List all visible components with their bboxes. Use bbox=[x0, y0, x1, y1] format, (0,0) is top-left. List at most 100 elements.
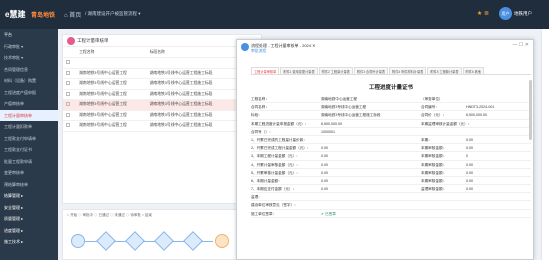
sidebar-item[interactable]: 工程计量扣款单 bbox=[0, 121, 58, 133]
form-field: 本期： bbox=[421, 137, 432, 142]
sidebar-item[interactable]: 工程款支付申请单 bbox=[0, 133, 58, 145]
form-field: 6,500,000.00 bbox=[466, 113, 487, 118]
row-checkbox[interactable] bbox=[66, 81, 70, 86]
sidebar-item[interactable]: 工程进度产值申报 bbox=[0, 87, 58, 99]
form-row: 2、开累已完成工程计量金额（元）： 0.00 本期审核金额： 0.00 bbox=[251, 144, 531, 153]
table-row[interactable]: 湖南地铁3号线中心运营工程湖南地铁3号线中心运营工程施工标段A6区段 bbox=[63, 99, 261, 111]
row-checkbox[interactable] bbox=[66, 123, 70, 128]
dialog-scrollbar[interactable] bbox=[529, 80, 532, 140]
table-cell bbox=[63, 78, 77, 90]
form-field: 0.00 bbox=[466, 162, 473, 167]
flow-node[interactable] bbox=[183, 231, 203, 251]
dialog-tab[interactable]: 附件3 合同外计量表 bbox=[353, 67, 389, 74]
form-field: 湖南地铁中心运营工程 bbox=[321, 97, 357, 101]
column-header[interactable] bbox=[63, 47, 77, 58]
form-field: 1000001 bbox=[321, 129, 335, 134]
column-header[interactable]: 标段名称 bbox=[146, 47, 238, 58]
sidebar-item[interactable]: 技术审批 ▾ bbox=[0, 52, 58, 64]
sidebar-item[interactable]: 预结算审核单 bbox=[0, 179, 58, 191]
dialog-tab[interactable]: 附件4 甲供材料计量表 bbox=[389, 67, 427, 74]
table-row[interactable] bbox=[63, 57, 261, 69]
star-icon[interactable]: ★ ≣ bbox=[477, 10, 489, 17]
form-field: 5、开累审核计量金额（元）： bbox=[251, 170, 300, 175]
form-field: 建设单位审核意见（签字）： bbox=[251, 203, 298, 208]
sidebar-item[interactable]: 施工技术 ▸ bbox=[0, 236, 58, 248]
breadcrumb[interactable]: / 湖南建设开户被监管流程 ▾ bbox=[85, 11, 141, 17]
sidebar-item[interactable]: 行政审批 ▾ bbox=[0, 41, 58, 53]
form-field: 本期审核金额： bbox=[421, 170, 447, 175]
home-label: 首页 bbox=[69, 13, 82, 19]
form-field: 合同价（元）： bbox=[421, 113, 447, 118]
dialog-tab[interactable]: 附件2 工程量计量表 bbox=[318, 67, 353, 74]
app-logo: e慧建 bbox=[5, 10, 26, 19]
dialog-subtitle[interactable]: 审批流程 bbox=[251, 49, 266, 54]
table-row[interactable]: 湖南地铁3号线中心运营工程湖南地铁3号线中心运营工程施工标段A3区段 bbox=[63, 68, 261, 79]
dialog-tab[interactable]: 附件5 工程款计量表 bbox=[427, 67, 462, 74]
form-field: 合同名称： bbox=[251, 105, 269, 110]
sidebar-item[interactable]: 进度管理 ▸ bbox=[0, 225, 58, 237]
row-checkbox[interactable] bbox=[66, 112, 70, 117]
table-cell: 湖南地铁3号线中心运营工程施工标段 bbox=[146, 120, 238, 132]
flow-node[interactable] bbox=[154, 231, 174, 251]
form-field: 0.00 bbox=[466, 170, 473, 175]
form-row: 7、本期应支付金额（元）： 0.00 监理审核金额： 0.00 bbox=[251, 185, 531, 194]
form-field: 0.00 bbox=[321, 178, 328, 183]
sidebar-item[interactable]: 工程款支付证书 bbox=[0, 144, 58, 156]
form-row: 6、本期计量金额： 0.00 本期审核金额： 0.00 bbox=[251, 177, 531, 186]
user-name[interactable]: 地铁用户 bbox=[514, 11, 532, 17]
flow-node[interactable] bbox=[125, 231, 145, 251]
table-cell bbox=[76, 57, 147, 69]
sidebar-item[interactable]: 批量工程款申请 bbox=[0, 156, 58, 168]
flow-end-node bbox=[215, 234, 229, 248]
table-cell: 湖南地铁3号线中心运营工程 bbox=[76, 89, 147, 100]
sidebar-item[interactable]: 工程计量审核单 bbox=[0, 109, 58, 121]
row-checkbox[interactable] bbox=[66, 91, 70, 96]
table-row[interactable]: 湖南地铁3号线中心运营工程湖南地铁3号线中心运营工程施工标段A7区段 bbox=[63, 120, 261, 132]
dialog-tab[interactable]: 工程计量审核单 bbox=[251, 67, 280, 74]
table-cell: 湖南地铁3号线中心运营工程 bbox=[76, 78, 147, 90]
process-dialog: 流程处理 - 工程计量审核单 - 2024 ✕ 审批流程 — ☐ ✕ 工程计量审… bbox=[236, 39, 534, 260]
flow-legend: ○ 开始 ◇ 审批中 ◇ 已通过 ◇ 未通过 ◇ 待审批 ○ 结束 bbox=[67, 213, 152, 217]
table-row[interactable]: 湖南地铁3号线中心运营工程湖南地铁3号线中心运营工程施工标段A1区段 bbox=[63, 110, 261, 121]
home-link[interactable]: ⌂ 首页 bbox=[64, 10, 81, 19]
form-field: 标段： bbox=[251, 113, 262, 118]
table-row[interactable]: 湖南地铁3号线中心运营工程湖南地铁3号线中心运营工程施工标段A4区段 bbox=[63, 78, 261, 90]
table-cell bbox=[63, 120, 77, 132]
right-scrollbar[interactable] bbox=[541, 29, 549, 260]
form-field: 合同编号： bbox=[421, 105, 439, 110]
form-field: 0.00 bbox=[321, 146, 328, 151]
sidebar-item[interactable]: 材料（设备）购置 bbox=[0, 75, 58, 87]
form-field: 0.00 bbox=[466, 146, 473, 151]
sidebar-item[interactable]: 平台 bbox=[0, 29, 58, 41]
sidebar-item[interactable]: 合同管理信息 bbox=[0, 64, 58, 76]
flow-chart: ○ 开始 ◇ 审批中 ◇ 已通过 ◇ 未通过 ◇ 待审批 ○ 结束 bbox=[62, 209, 242, 260]
sidebar-item[interactable]: 质量管理 ▸ bbox=[0, 213, 58, 225]
row-checkbox[interactable] bbox=[66, 70, 70, 75]
list-title-text: 工程计量审核单 bbox=[77, 38, 109, 43]
flow-arrow bbox=[114, 241, 126, 242]
form-field: 4、开累计量审核金额（元）： bbox=[251, 162, 300, 167]
form-row: 施工单位签章： ✔ 已签章 bbox=[251, 210, 531, 218]
table-cell: 湖南地铁3号线中心运营工程施工标段 bbox=[146, 89, 238, 100]
form-field: 6,500,000.00 bbox=[321, 121, 342, 126]
form-field: 0.00 bbox=[321, 187, 328, 192]
form-row: 本期工程进度计量申报金额（元）： 6,500,000.00 本期监理审核计量金额（元… bbox=[251, 120, 531, 128]
window-controls[interactable]: — ☐ ✕ bbox=[513, 42, 529, 48]
flow-node[interactable] bbox=[96, 231, 116, 251]
form-field: 合同号（）： bbox=[251, 129, 273, 134]
top-bar: e慧建 青岛地铁 ⌂ 首页 / 湖南建设开户被监管流程 ▾ ★ ≣ 用户 地铁用… bbox=[0, 0, 549, 29]
sidebar-item[interactable]: 变更审核单 bbox=[0, 167, 58, 179]
column-header[interactable]: 工程名称 bbox=[76, 47, 147, 58]
row-checkbox[interactable] bbox=[66, 102, 70, 107]
table-cell: 湖南地铁3号线中心运营工程 bbox=[76, 99, 147, 111]
dialog-tab[interactable]: 附件1 费用变更计量表 bbox=[280, 67, 318, 74]
sidebar-item[interactable]: 结算管理 ▸ bbox=[0, 190, 58, 202]
row-checkbox[interactable] bbox=[66, 60, 70, 65]
dialog-tab[interactable]: 附件6 其他 bbox=[462, 67, 484, 74]
sidebar-item[interactable]: 安全管理 ▸ bbox=[0, 202, 58, 214]
table-cell bbox=[63, 99, 77, 111]
table-row[interactable]: 湖南地铁3号线中心运营工程湖南地铁3号线中心运营工程施工标段A5区段 bbox=[63, 89, 261, 100]
avatar[interactable]: 用户 bbox=[499, 7, 512, 20]
sidebar-item[interactable]: 产值审核单 bbox=[0, 98, 58, 110]
form-row: 工程名称： 湖南地铁中心运营工程 （审查单位） bbox=[251, 95, 531, 104]
